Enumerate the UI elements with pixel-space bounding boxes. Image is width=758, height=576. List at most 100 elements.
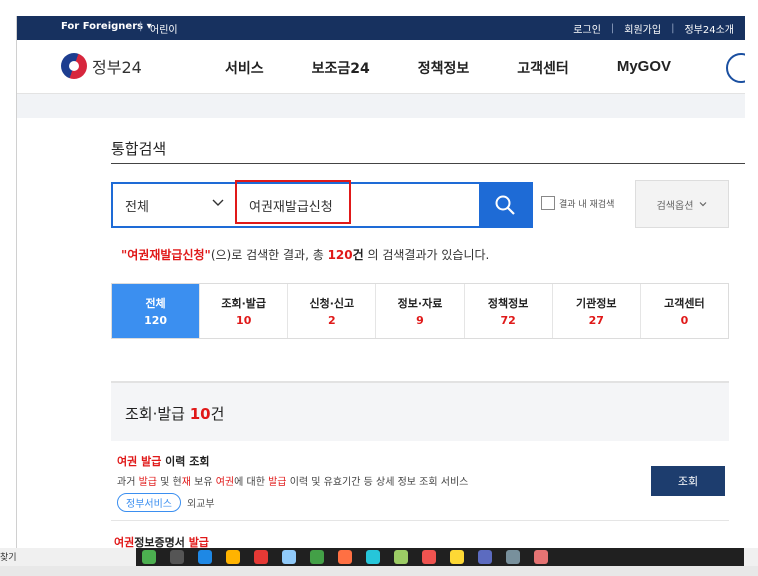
category-tabs: 전체 120 조회·발급 10 신청·신고 2 정보·자료 9 정책정보 72 기관정보 2…	[111, 283, 729, 339]
search-within-results-checkbox[interactable]: 결과 내 재검색	[541, 196, 614, 210]
app-icon[interactable]	[310, 550, 324, 564]
tab-policy-info[interactable]: 정책정보 72	[464, 284, 553, 338]
app-icon[interactable]	[170, 550, 184, 564]
result-title-link[interactable]: 여권 발급 이력 조회	[117, 453, 209, 469]
section-unit: 건	[210, 405, 225, 423]
chevron-down-icon	[212, 199, 224, 206]
desc-text: 에 대한	[234, 477, 269, 488]
app-icon[interactable]	[506, 550, 520, 564]
app-icon[interactable]	[534, 550, 548, 564]
search-options-button[interactable]: 검색옵션	[635, 180, 729, 228]
keyword-highlight: 여권	[117, 455, 138, 468]
nav-mygov[interactable]: MyGOV	[617, 58, 671, 78]
tab-label: 조회·발급	[221, 297, 267, 310]
app-icon[interactable]	[226, 550, 240, 564]
keyword-highlight: 재	[181, 477, 191, 488]
keyword-highlight: 발급	[141, 455, 162, 468]
search-scope-select[interactable]: 전체	[113, 184, 235, 226]
app-icon[interactable]	[198, 550, 212, 564]
tab-info-data[interactable]: 정보·자료 9	[376, 284, 465, 338]
app-icon[interactable]	[394, 550, 408, 564]
taskbar-search-text: 찾기	[0, 553, 17, 563]
app-icon[interactable]	[254, 550, 268, 564]
title-divider	[111, 163, 745, 164]
tab-lookup-issue[interactable]: 조회·발급 10	[200, 284, 289, 338]
result-item: 여권 발급 이력 조회 과거 발급 및 현재 보유 여권에 대한 발급 이력 및…	[111, 441, 729, 521]
result-tags: 정부서비스 외교부	[117, 493, 215, 512]
app-icon[interactable]	[422, 550, 436, 564]
kids-link[interactable]: 어린이	[150, 21, 178, 36]
search-button[interactable]	[479, 184, 531, 226]
summary-keyword: 여권재발급신청	[127, 248, 205, 262]
desc-text: 및 현	[157, 477, 182, 488]
result-summary: "여권재발급신청"(으)로 검색한 결과, 총 120건 의 검색결과가 있습니…	[121, 246, 489, 263]
header-shadow-band	[17, 94, 745, 118]
divider	[235, 194, 236, 216]
app-icon[interactable]	[282, 550, 296, 564]
section-title: 조회·발급 10건	[125, 403, 224, 424]
site-logo[interactable]: 정부24	[61, 53, 142, 79]
keyword-highlight: 여권	[215, 477, 235, 488]
page-title: 통합검색	[111, 140, 167, 158]
logo-text: 정부24	[92, 58, 142, 77]
tab-label: 고객센터	[664, 297, 705, 310]
utility-bar: For Foreigners ▾ | 어린이 로그인 | 회원가입 | 정부24…	[17, 16, 745, 40]
divider: |	[610, 23, 615, 34]
tab-count: 2	[328, 314, 336, 327]
nav-services[interactable]: 서비스	[225, 58, 264, 78]
app-icon[interactable]	[366, 550, 380, 564]
summary-unit: 건	[352, 248, 364, 262]
lookup-button[interactable]: 조회	[651, 466, 725, 496]
summary-text: 의 검색결과가 있습니다.	[363, 248, 490, 262]
tab-count: 9	[416, 314, 424, 327]
tab-all[interactable]: 전체 120	[112, 284, 201, 338]
summary-text: (으)로 검색한 결과, 총	[210, 248, 328, 262]
section-header: 조회·발급 10건	[111, 381, 729, 441]
app-icon[interactable]	[338, 550, 352, 564]
for-foreigners-menu[interactable]: For Foreigners ▾	[61, 21, 152, 32]
tab-label: 전체	[145, 297, 166, 310]
keyword-highlight: 발급	[138, 477, 157, 488]
main-nav: 서비스 보조금24 정책정보 고객센터 MyGOV	[225, 58, 719, 78]
app-icon[interactable]	[478, 550, 492, 564]
login-link[interactable]: 로그인	[573, 21, 601, 36]
divider: |	[139, 21, 143, 32]
account-links: 로그인 | 회원가입 | 정부24소개	[573, 21, 734, 36]
divider: |	[671, 23, 675, 34]
agency-name: 외교부	[187, 499, 215, 510]
tab-count: 120	[144, 314, 168, 327]
site-header: 정부24 서비스 보조금24 정책정보 고객센터 MyGOV	[17, 40, 745, 94]
title-text: 이력 조회	[161, 455, 210, 468]
tab-label: 정보·자료	[397, 297, 443, 310]
search-bar: 전체	[111, 182, 533, 228]
tab-count: 10	[236, 314, 252, 327]
checkbox-label: 결과 내 재검색	[559, 199, 615, 210]
tab-agency-info[interactable]: 기관정보 27	[552, 284, 641, 338]
desc-text: 보유	[190, 477, 216, 488]
tab-customer-center[interactable]: 고객센터 0	[640, 284, 728, 338]
signup-link[interactable]: 회원가입	[624, 21, 661, 36]
checkbox-box	[541, 196, 555, 210]
section-title-text: 조회·발급	[125, 405, 190, 423]
tab-apply-report[interactable]: 신청·신고 2	[288, 284, 377, 338]
summary-total: 120	[327, 248, 353, 262]
app-icon[interactable]	[450, 550, 464, 564]
tab-label: 신청·신고	[309, 297, 355, 310]
options-label: 검색옵션	[656, 200, 694, 212]
nav-policy-info[interactable]: 정책정보	[418, 58, 470, 78]
nav-customer-center[interactable]: 고객센터	[517, 58, 569, 78]
bottom-strip	[0, 566, 758, 576]
tab-label: 기관정보	[576, 297, 617, 310]
service-type-badge: 정부서비스	[117, 493, 181, 512]
search-icon	[495, 195, 515, 215]
desc-text: 이력 및 유효기간 등 상세 정보 조회 서비스	[286, 477, 469, 488]
os-taskbar: 찾기	[0, 548, 758, 566]
about-link[interactable]: 정부24소개	[684, 21, 734, 36]
nav-subsidy24[interactable]: 보조금24	[312, 58, 370, 78]
section-count: 10	[189, 405, 211, 423]
app-icon[interactable]	[142, 550, 156, 564]
header-search-icon[interactable]	[726, 53, 745, 83]
tab-label: 정책정보	[487, 297, 529, 310]
browser-viewport: For Foreigners ▾ | 어린이 로그인 | 회원가입 | 정부24…	[16, 16, 745, 561]
search-input[interactable]	[241, 188, 481, 222]
